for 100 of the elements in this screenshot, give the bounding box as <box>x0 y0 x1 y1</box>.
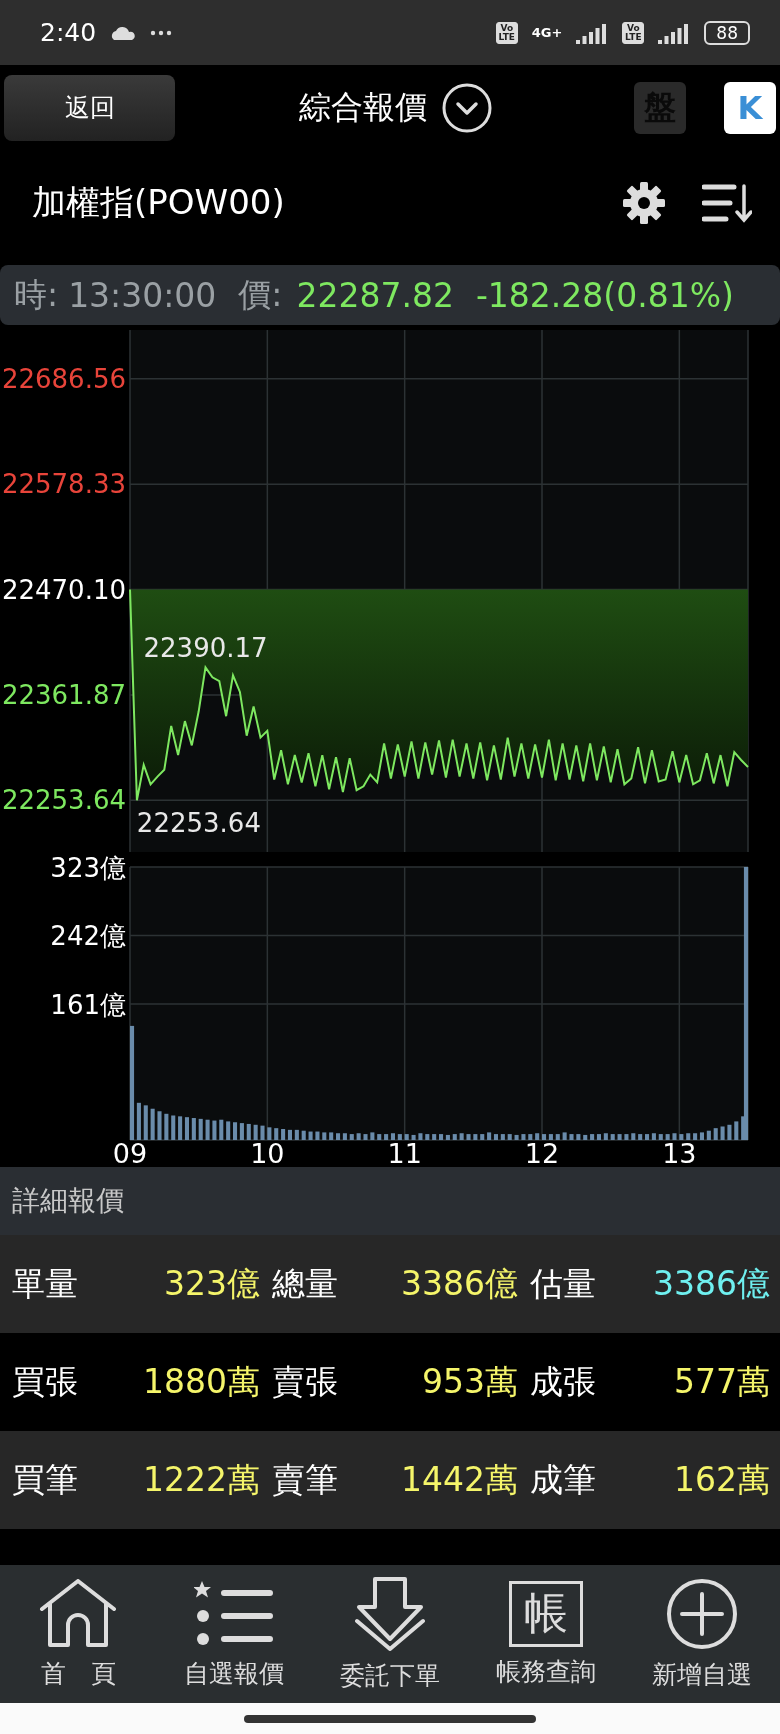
volume-bar <box>253 1124 258 1140</box>
stat-value: 3386億 <box>400 1262 518 1305</box>
stat-value: 953萬 <box>421 1360 518 1403</box>
stat-label: 買筆 <box>12 1458 79 1501</box>
volume-bar <box>500 1134 505 1140</box>
volume-bar <box>315 1131 320 1140</box>
volume-bar <box>665 1134 670 1140</box>
volume-bar <box>569 1134 574 1140</box>
volume-bar <box>404 1134 409 1140</box>
axis-label: 09 <box>112 1138 148 1165</box>
value-label: 22253.64 <box>136 808 261 839</box>
symbol-title: 加權指(POW00) <box>32 180 286 224</box>
volume-bar <box>246 1123 251 1140</box>
value-label: 22390.17 <box>143 633 268 664</box>
quote-time: 13:30:00 <box>68 275 217 315</box>
volume-bar <box>301 1130 306 1140</box>
ledger-icon: 帳 <box>509 1580 583 1647</box>
volume-bar <box>658 1134 663 1140</box>
axis-label: 22578.33 <box>1 469 126 500</box>
nav-item[interactable]: 首 頁 <box>0 1565 156 1703</box>
volume-bar <box>308 1131 313 1140</box>
more-icon <box>150 29 173 36</box>
nav-item[interactable]: 委託下單 <box>312 1565 468 1703</box>
axis-label: 323億 <box>50 853 126 883</box>
volume-bar <box>370 1132 375 1140</box>
dropdown-icon[interactable] <box>440 81 493 134</box>
volume-bar <box>706 1130 711 1140</box>
axis-label: 22361.87 <box>1 679 126 710</box>
add-icon <box>666 1577 738 1650</box>
volume-bar <box>466 1134 471 1140</box>
volume-bar <box>514 1134 519 1140</box>
volume-bar <box>720 1126 725 1140</box>
volume-bar <box>329 1132 334 1140</box>
volume-bar <box>171 1115 176 1140</box>
nav-item[interactable]: 帳 帳務查詢 <box>468 1565 624 1703</box>
volume-bar <box>562 1132 567 1140</box>
volume-bar <box>631 1133 636 1140</box>
cloud-icon <box>110 25 137 40</box>
volume-bar <box>713 1128 718 1140</box>
volume-bar <box>583 1134 588 1140</box>
volume-bar <box>164 1113 169 1140</box>
volume-bar <box>507 1134 512 1140</box>
stat-label: 成張 <box>529 1360 597 1403</box>
volume-bar <box>219 1119 224 1140</box>
volume-bar <box>734 1121 739 1140</box>
nav-item[interactable]: 新增自選 <box>624 1565 780 1703</box>
nav-item[interactable]: 自選報價 <box>156 1565 312 1703</box>
volume-bar <box>212 1120 217 1140</box>
volume-bar <box>198 1118 203 1140</box>
volume-bar <box>260 1125 265 1140</box>
stat-label: 成筆 <box>529 1458 597 1501</box>
stat-value: 1442萬 <box>400 1458 518 1501</box>
volume-bar <box>377 1134 382 1140</box>
volume-bar <box>274 1128 279 1140</box>
stat-value: 1222萬 <box>142 1458 260 1501</box>
volume-bar <box>267 1127 272 1140</box>
volume-bar <box>528 1134 533 1140</box>
axis-label: 161億 <box>50 989 126 1020</box>
sort-icon[interactable] <box>702 182 752 223</box>
volume-bar <box>727 1124 732 1140</box>
down-arrow-icon <box>353 1576 427 1651</box>
volume-bar <box>617 1134 622 1140</box>
volume-bar <box>425 1134 430 1140</box>
back-button[interactable]: 返回 <box>4 74 175 141</box>
stat-value: 323億 <box>163 1262 260 1305</box>
volume-bar <box>205 1119 210 1140</box>
volume-bar <box>521 1134 526 1140</box>
stat-label: 估量 <box>529 1262 597 1305</box>
volume-bar <box>603 1133 608 1140</box>
signal-icon <box>576 21 609 44</box>
stat-label: 買張 <box>12 1360 79 1403</box>
home-icon <box>38 1578 118 1649</box>
volume-bar <box>432 1134 437 1140</box>
volume-bar <box>363 1134 368 1140</box>
volume-bar <box>473 1134 478 1140</box>
stat-label: 總量 <box>271 1262 339 1305</box>
stat-label: 賣張 <box>271 1360 339 1403</box>
stat-label: 單量 <box>12 1262 79 1305</box>
volume-bar <box>610 1134 615 1140</box>
volume-bar <box>294 1129 299 1140</box>
page-title: 綜合報價 <box>298 86 427 128</box>
volume-bar <box>638 1134 643 1140</box>
time-label: 時: <box>14 273 59 316</box>
price-label: 價: <box>238 273 283 316</box>
settings-icon[interactable] <box>622 180 666 225</box>
clock-time: 2:40 <box>40 18 97 47</box>
volume-bar <box>555 1134 560 1140</box>
volume-bar <box>459 1133 464 1140</box>
battery-indicator: 88 <box>704 20 750 45</box>
volume-bar <box>150 1108 155 1140</box>
stat-label: 賣筆 <box>271 1458 339 1501</box>
volume-bar <box>679 1134 684 1140</box>
stat-value: 3386億 <box>652 1262 770 1305</box>
volume-bar <box>356 1133 361 1140</box>
volume-bar <box>672 1133 677 1140</box>
network-type: 4G+ <box>531 25 563 40</box>
section-header: 詳細報價 <box>0 1167 780 1235</box>
axis-label: 22253.64 <box>1 785 126 816</box>
axis-label: 12 <box>524 1138 560 1165</box>
stat-value: 1880萬 <box>142 1360 260 1403</box>
